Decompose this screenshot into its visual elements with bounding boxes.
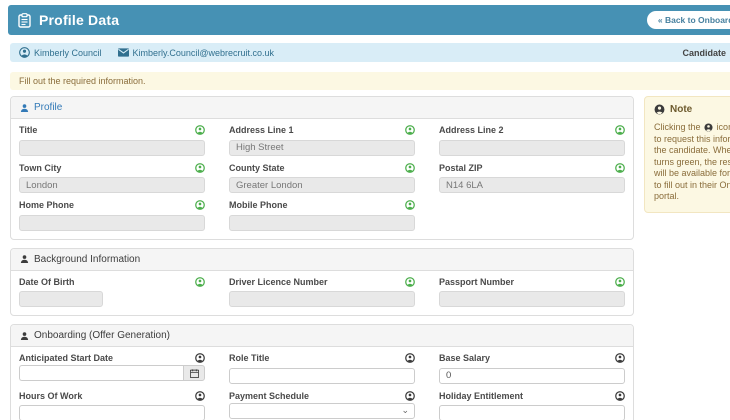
page: Profile Data « Back to Onboarding Profil…: [0, 5, 730, 420]
required-info-alert: Fill out the required information.: [10, 72, 730, 90]
field-label: Address Line 2: [439, 125, 504, 135]
field-hours-of-work: Hours Of Work: [19, 391, 205, 420]
field-home-phone: Home Phone: [19, 200, 205, 231]
calendar-button[interactable]: [183, 365, 205, 381]
note-text: Clicking the icon will allow you to requ…: [654, 122, 730, 201]
request-field-icon[interactable]: [405, 276, 415, 287]
clipboard-icon: [18, 12, 31, 28]
field-label: Anticipated Start Date: [19, 353, 114, 363]
passport-number-input: [439, 291, 625, 307]
request-field-icon[interactable]: [615, 125, 625, 135]
background-information-panel: Background Information Date Of Birth Dri…: [10, 247, 634, 316]
page-title: Profile Data: [39, 12, 120, 28]
field-label: Driver Licence Number: [229, 276, 328, 287]
field-postal-zip: Postal ZIP: [439, 162, 625, 193]
field-driver-licence-number: Driver Licence Number: [229, 276, 415, 307]
address-line-2-input: [439, 139, 625, 156]
field-label: Town City: [19, 162, 62, 173]
field-label: Home Phone: [19, 200, 75, 210]
field-address-line-1: Address Line 1: [229, 125, 415, 156]
candidate-name: Kimberly Council: [34, 47, 102, 58]
field-label: Role Title: [229, 353, 270, 363]
field-county-state: County State: [229, 162, 415, 193]
field-label: Title: [19, 125, 38, 135]
anticipated-start-date-input[interactable]: [19, 365, 183, 381]
holiday-entitlement-input[interactable]: [439, 405, 625, 420]
date-of-birth-input: [19, 291, 103, 307]
section-title: Profile: [34, 102, 63, 113]
town-city-input: [19, 177, 205, 193]
candidate-info-bar: Kimberly Council Kimberly.Council@webrec…: [10, 43, 730, 62]
request-field-icon[interactable]: [405, 200, 415, 210]
field-label: Hours Of Work: [19, 390, 83, 401]
field-title: Title: [19, 125, 205, 156]
request-field-icon[interactable]: [615, 390, 625, 401]
onboarding-panel: Onboarding (Offer Generation) Anticipate…: [10, 324, 634, 420]
back-to-onboarding-button[interactable]: « Back to Onboarding Profile: [646, 11, 730, 29]
request-field-icon[interactable]: [195, 125, 205, 135]
payment-schedule-select[interactable]: ⌄: [229, 402, 415, 419]
request-field-icon[interactable]: [195, 390, 205, 401]
title-input: [19, 139, 205, 156]
profile-section-header: Profile: [11, 97, 633, 119]
field-town-city: Town City: [19, 162, 205, 193]
section-title: Onboarding (Offer Generation): [34, 330, 171, 341]
field-label: Base Salary: [439, 353, 491, 363]
field-holiday-entitlement: Holiday Entitlement: [439, 391, 625, 420]
field-label: Payment Schedule: [229, 390, 310, 401]
request-field-icon[interactable]: [405, 162, 415, 173]
hours-of-work-input[interactable]: [19, 405, 205, 420]
onboarding-section-header: Onboarding (Offer Generation): [11, 325, 633, 347]
request-field-icon[interactable]: [615, 353, 625, 363]
note-title: Note: [670, 104, 693, 115]
field-base-salary: Base Salary: [439, 353, 625, 384]
request-field-icon[interactable]: [615, 162, 625, 173]
request-field-icon[interactable]: [195, 162, 205, 173]
section-title: Background Information: [34, 253, 141, 265]
mobile-phone-input: [229, 214, 415, 231]
home-phone-input: [19, 214, 205, 231]
field-anticipated-start-date: Anticipated Start Date: [19, 353, 205, 384]
field-label: Holiday Entitlement: [439, 390, 524, 401]
address-line-1-input: [229, 139, 415, 156]
postal-zip-input: [439, 177, 625, 193]
request-field-icon[interactable]: [405, 125, 415, 135]
field-label: Address Line 1: [229, 125, 294, 135]
field-date-of-birth: Date Of Birth: [19, 276, 205, 307]
candidate-email: Kimberly.Council@webrecruit.co.uk: [132, 47, 275, 58]
field-address-line-2: Address Line 2: [439, 125, 625, 156]
county-state-input: [229, 177, 415, 193]
role-title-input[interactable]: [229, 367, 415, 384]
candidate-right-label: Candidate: [682, 47, 726, 58]
field-label: County State: [229, 162, 285, 173]
field-label: Postal ZIP: [439, 162, 483, 173]
field-label: Date Of Birth: [19, 276, 75, 287]
note-person-icon: [654, 104, 665, 115]
request-field-icon[interactable]: [195, 200, 205, 210]
field-mobile-phone: Mobile Phone: [229, 200, 415, 231]
field-label: Passport Number: [439, 276, 515, 287]
request-field-icon[interactable]: [615, 276, 625, 287]
chevron-down-icon: ⌄: [401, 404, 409, 415]
field-payment-schedule: Payment Schedule ⌄: [229, 391, 415, 420]
user-circle-icon: [19, 47, 30, 58]
user-icon: [20, 254, 29, 264]
request-field-icon[interactable]: [195, 353, 205, 363]
user-icon: [20, 103, 29, 113]
envelope-icon: [117, 48, 129, 57]
person-circle-icon: [704, 123, 713, 132]
user-icon: [20, 331, 29, 341]
note-panel: Note Clicking the icon will allow you to…: [644, 96, 730, 213]
app-header: Profile Data « Back to Onboarding Profil…: [8, 5, 730, 35]
driver-licence-number-input: [229, 291, 415, 307]
field-passport-number: Passport Number: [439, 276, 625, 307]
profile-panel: Profile Title Address Line 1 High Street…: [10, 96, 634, 240]
base-salary-input[interactable]: [439, 367, 625, 384]
request-field-icon[interactable]: [195, 276, 205, 287]
field-label: Mobile Phone: [229, 200, 288, 210]
field-role-title: Role Title: [229, 353, 415, 384]
background-section-header: Background Information: [11, 248, 633, 271]
request-field-icon[interactable]: [405, 353, 415, 363]
request-field-icon[interactable]: [405, 390, 415, 401]
